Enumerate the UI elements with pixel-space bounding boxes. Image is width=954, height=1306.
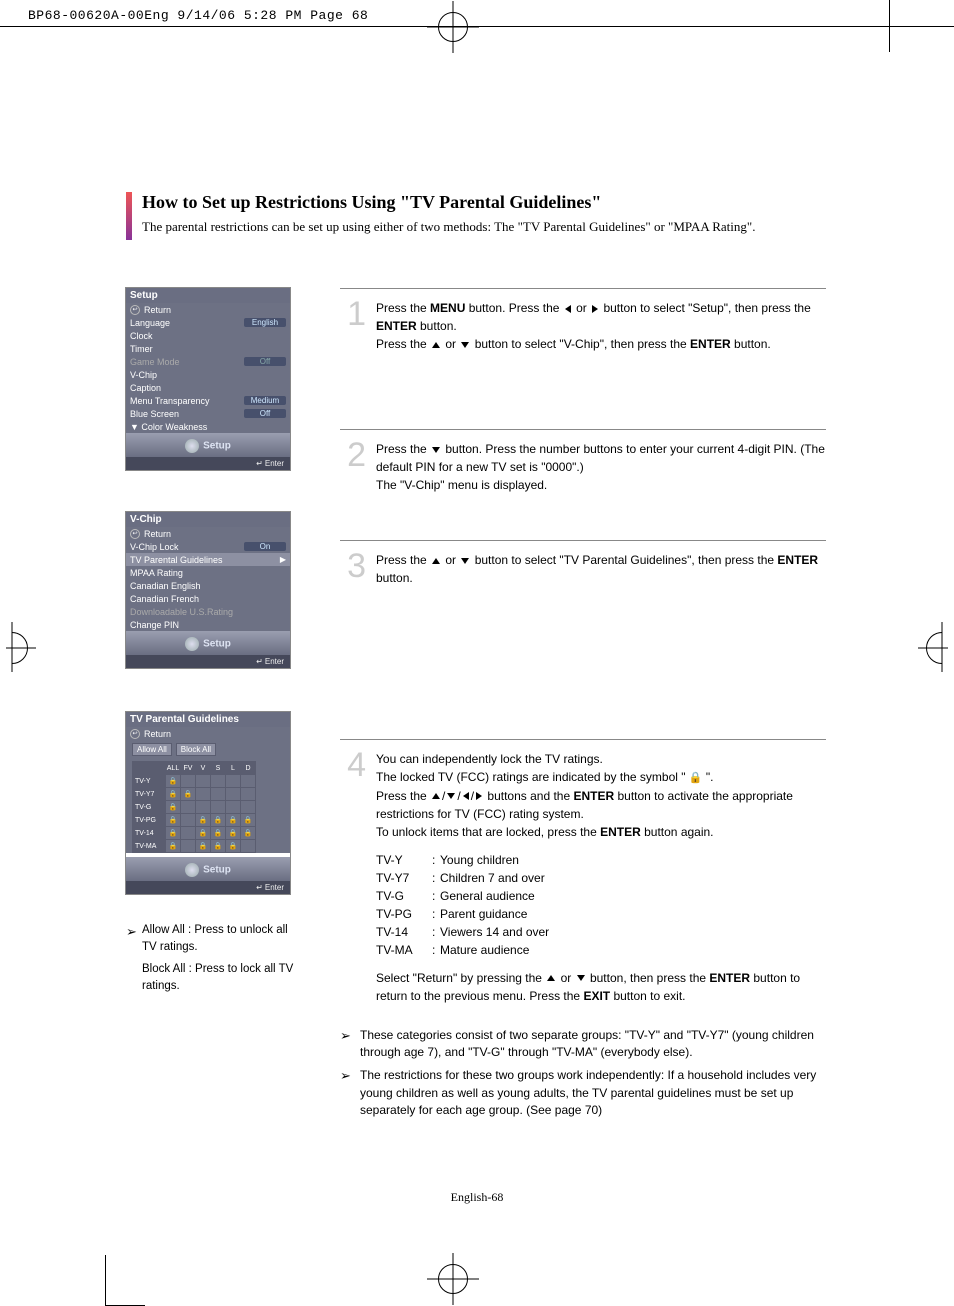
- enter-icon: ↵: [256, 883, 263, 892]
- block-all-button: Block All: [176, 743, 216, 756]
- title-bar: How to Set up Restrictions Using "TV Par…: [126, 192, 826, 240]
- osd-enter-bar: ↵Enter: [126, 457, 290, 470]
- down-arrow-icon: [432, 447, 440, 453]
- step-number: 1: [340, 299, 366, 407]
- up-arrow-icon: [432, 558, 440, 564]
- lock-icon: 🔒: [689, 772, 703, 784]
- left-notes: ➢Allow All : Press to unlock all TV rati…: [126, 922, 304, 995]
- step-number: 4: [340, 750, 366, 1005]
- osd-rating-grid: TV Parental Guidelines ↩Return Allow All…: [126, 712, 290, 894]
- down-arrow-icon: [447, 793, 455, 799]
- return-icon: ↩: [130, 729, 140, 739]
- osd-setup-footer: Setup: [126, 433, 290, 457]
- step-3: 3 Press the or button to select "TV Pare…: [340, 540, 826, 733]
- step-text: You can independently lock the TV rating…: [376, 750, 826, 1005]
- up-arrow-icon: [432, 342, 440, 348]
- osd-setup-menu: Setup ↩Return LanguageEnglish Clock Time…: [126, 288, 290, 470]
- rating-table: ALLFVVSLD TV-Y TV-Y7 TV-G TV-PG TV-14 TV…: [132, 761, 256, 853]
- page-title: How to Set up Restrictions Using "TV Par…: [142, 192, 755, 213]
- left-arrow-icon: [565, 305, 571, 313]
- gear-icon: [185, 863, 199, 877]
- right-arrow-icon: [592, 305, 598, 313]
- registration-mark-left: [0, 632, 28, 664]
- osd-return: Return: [144, 305, 286, 315]
- page-subtitle: The parental restrictions can be set up …: [142, 219, 755, 235]
- registration-mark-right: [926, 632, 954, 664]
- up-arrow-icon: [547, 975, 555, 981]
- registration-mark-bottom: [438, 1264, 468, 1294]
- left-arrow-icon: [463, 792, 469, 800]
- gear-icon: [185, 439, 199, 453]
- print-header: BP68-00620A-00Eng 9/14/06 5:28 PM Page 6…: [28, 8, 368, 23]
- step-text: Press the or button to select "TV Parent…: [376, 551, 826, 717]
- down-arrow-icon: [461, 342, 469, 348]
- step-1: 1 Press the MENU button. Press the or bu…: [340, 288, 826, 423]
- registration-mark-top: [438, 12, 468, 42]
- up-arrow-icon: [432, 793, 440, 799]
- enter-icon: ↵: [256, 657, 263, 666]
- osd-title: Setup: [126, 288, 290, 303]
- step-text: Press the MENU button. Press the or butt…: [376, 299, 826, 407]
- note-1: ➢These categories consist of two separat…: [340, 1027, 826, 1062]
- step-number: 2: [340, 440, 366, 518]
- chevron-right-icon: ▶: [280, 555, 286, 564]
- ratings-list: TV-Y:Young children TV-Y7:Children 7 and…: [376, 851, 826, 959]
- return-icon: ↩: [130, 529, 140, 539]
- gear-icon: [185, 637, 199, 651]
- step-number: 3: [340, 551, 366, 717]
- return-icon: ↩: [130, 305, 140, 315]
- allow-all-button: Allow All: [132, 743, 172, 756]
- step-text: Press the button. Press the number butto…: [376, 440, 826, 518]
- down-arrow-icon: [461, 558, 469, 564]
- right-arrow-icon: [476, 792, 482, 800]
- enter-icon: ↵: [256, 459, 263, 468]
- crop-line-top-right: [889, 0, 890, 52]
- osd-title: V-Chip: [126, 512, 290, 527]
- note-2: ➢The restrictions for these two groups w…: [340, 1067, 826, 1119]
- title-accent: [126, 192, 132, 240]
- down-arrow-icon: [577, 975, 585, 981]
- osd-vchip-menu: V-Chip ↩Return V-Chip LockOn TV Parental…: [126, 512, 290, 668]
- step-2: 2 Press the button. Press the number but…: [340, 429, 826, 534]
- crop-line-bottom-left: [105, 1255, 106, 1306]
- step-4: 4 You can independently lock the TV rati…: [340, 739, 826, 1021]
- page-footer: English-68: [0, 1190, 954, 1205]
